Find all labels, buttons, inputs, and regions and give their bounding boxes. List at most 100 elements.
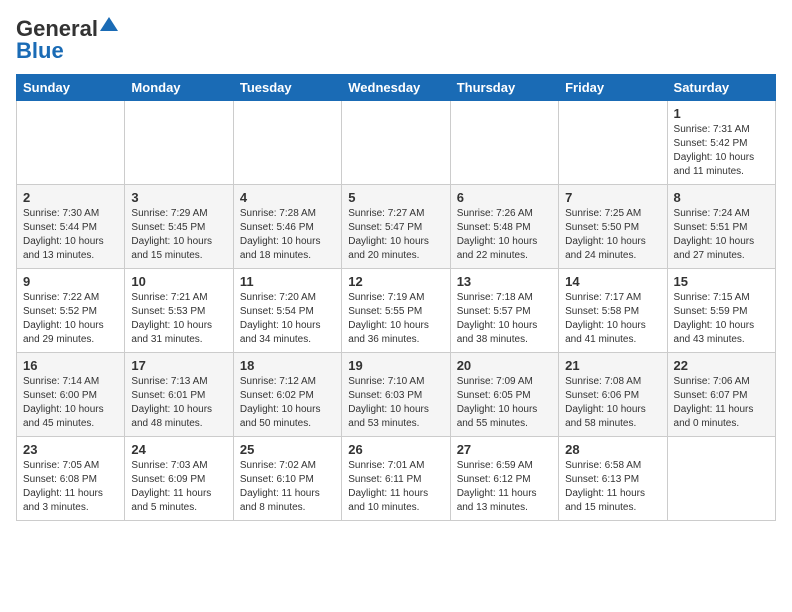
calendar-day-cell: 23 Sunrise: 7:05 AM Sunset: 6:08 PM Dayli… [17,437,125,521]
day-info: Sunrise: 7:19 AM Sunset: 5:55 PM Dayligh… [348,291,443,347]
logo-icon [100,17,118,31]
day-number: 15 [674,274,769,289]
calendar-day-cell: 15 Sunrise: 7:15 AM Sunset: 5:59 PM Dayli… [667,269,775,353]
day-number: 28 [565,442,660,457]
calendar-day-cell: 9 Sunrise: 7:22 AM Sunset: 5:52 PM Daylig… [17,269,125,353]
calendar-day-cell: 25 Sunrise: 7:02 AM Sunset: 6:10 PM Dayli… [233,437,341,521]
day-info: Sunrise: 7:29 AM Sunset: 5:45 PM Dayligh… [131,207,226,263]
calendar-day-cell: 8 Sunrise: 7:24 AM Sunset: 5:51 PM Daylig… [667,185,775,269]
calendar-day-cell: 4 Sunrise: 7:28 AM Sunset: 5:46 PM Daylig… [233,185,341,269]
calendar-day-cell: 17 Sunrise: 7:13 AM Sunset: 6:01 PM Dayli… [125,353,233,437]
day-info: Sunrise: 7:12 AM Sunset: 6:02 PM Dayligh… [240,375,335,431]
day-of-week-header: Tuesday [233,75,341,101]
day-number: 5 [348,190,443,205]
day-info: Sunrise: 7:03 AM Sunset: 6:09 PM Dayligh… [131,459,226,515]
day-number: 24 [131,442,226,457]
day-info: Sunrise: 7:18 AM Sunset: 5:57 PM Dayligh… [457,291,552,347]
calendar-day-cell: 10 Sunrise: 7:21 AM Sunset: 5:53 PM Dayli… [125,269,233,353]
day-number: 23 [23,442,118,457]
day-number: 17 [131,358,226,373]
logo: General Blue [16,16,118,64]
calendar-day-cell: 11 Sunrise: 7:20 AM Sunset: 5:54 PM Dayli… [233,269,341,353]
day-number: 6 [457,190,552,205]
calendar-day-cell: 5 Sunrise: 7:27 AM Sunset: 5:47 PM Daylig… [342,185,450,269]
day-number: 4 [240,190,335,205]
calendar-day-cell [667,437,775,521]
day-info: Sunrise: 7:22 AM Sunset: 5:52 PM Dayligh… [23,291,118,347]
day-number: 12 [348,274,443,289]
calendar-day-cell [125,101,233,185]
day-number: 16 [23,358,118,373]
calendar-day-cell [559,101,667,185]
calendar-day-cell [342,101,450,185]
day-info: Sunrise: 7:26 AM Sunset: 5:48 PM Dayligh… [457,207,552,263]
day-of-week-header: Friday [559,75,667,101]
day-info: Sunrise: 7:02 AM Sunset: 6:10 PM Dayligh… [240,459,335,515]
calendar-day-cell: 12 Sunrise: 7:19 AM Sunset: 5:55 PM Dayli… [342,269,450,353]
day-number: 8 [674,190,769,205]
day-info: Sunrise: 7:15 AM Sunset: 5:59 PM Dayligh… [674,291,769,347]
day-number: 9 [23,274,118,289]
day-of-week-header: Thursday [450,75,558,101]
calendar-day-cell: 3 Sunrise: 7:29 AM Sunset: 5:45 PM Daylig… [125,185,233,269]
calendar-day-cell: 19 Sunrise: 7:10 AM Sunset: 6:03 PM Dayli… [342,353,450,437]
calendar-week-row: 1 Sunrise: 7:31 AM Sunset: 5:42 PM Daylig… [17,101,776,185]
calendar-day-cell [233,101,341,185]
day-info: Sunrise: 7:27 AM Sunset: 5:47 PM Dayligh… [348,207,443,263]
day-info: Sunrise: 7:01 AM Sunset: 6:11 PM Dayligh… [348,459,443,515]
calendar-day-cell [450,101,558,185]
calendar-week-row: 2Sunrise: 7:30 AM Sunset: 5:44 PM Daylig… [17,185,776,269]
page-header: General Blue [16,16,776,64]
day-number: 19 [348,358,443,373]
calendar-header-row: SundayMondayTuesdayWednesdayThursdayFrid… [17,75,776,101]
day-of-week-header: Saturday [667,75,775,101]
calendar-day-cell: 2Sunrise: 7:30 AM Sunset: 5:44 PM Daylig… [17,185,125,269]
calendar-day-cell: 26 Sunrise: 7:01 AM Sunset: 6:11 PM Dayli… [342,437,450,521]
day-of-week-header: Monday [125,75,233,101]
day-number: 3 [131,190,226,205]
day-of-week-header: Wednesday [342,75,450,101]
day-number: 18 [240,358,335,373]
calendar-day-cell: 13 Sunrise: 7:18 AM Sunset: 5:57 PM Dayli… [450,269,558,353]
day-number: 22 [674,358,769,373]
day-info: Sunrise: 7:08 AM Sunset: 6:06 PM Dayligh… [565,375,660,431]
calendar-table: SundayMondayTuesdayWednesdayThursdayFrid… [16,74,776,521]
day-info: Sunrise: 7:05 AM Sunset: 6:08 PM Dayligh… [23,459,118,515]
day-number: 7 [565,190,660,205]
day-number: 26 [348,442,443,457]
calendar-day-cell: 6 Sunrise: 7:26 AM Sunset: 5:48 PM Daylig… [450,185,558,269]
day-info: Sunrise: 7:28 AM Sunset: 5:46 PM Dayligh… [240,207,335,263]
day-number: 13 [457,274,552,289]
calendar-week-row: 9 Sunrise: 7:22 AM Sunset: 5:52 PM Daylig… [17,269,776,353]
calendar-day-cell: 14Sunrise: 7:17 AM Sunset: 5:58 PM Dayli… [559,269,667,353]
day-info: Sunrise: 6:59 AM Sunset: 6:12 PM Dayligh… [457,459,552,515]
calendar-week-row: 23 Sunrise: 7:05 AM Sunset: 6:08 PM Dayli… [17,437,776,521]
day-number: 20 [457,358,552,373]
day-number: 25 [240,442,335,457]
calendar-day-cell: 16 Sunrise: 7:14 AM Sunset: 6:00 PM Dayli… [17,353,125,437]
day-info: Sunrise: 7:10 AM Sunset: 6:03 PM Dayligh… [348,375,443,431]
calendar-day-cell: 21 Sunrise: 7:08 AM Sunset: 6:06 PM Dayli… [559,353,667,437]
day-info: Sunrise: 7:09 AM Sunset: 6:05 PM Dayligh… [457,375,552,431]
day-info: Sunrise: 7:24 AM Sunset: 5:51 PM Dayligh… [674,207,769,263]
day-info: Sunrise: 7:31 AM Sunset: 5:42 PM Dayligh… [674,123,769,179]
calendar-day-cell: 20 Sunrise: 7:09 AM Sunset: 6:05 PM Dayli… [450,353,558,437]
day-of-week-header: Sunday [17,75,125,101]
day-number: 11 [240,274,335,289]
day-info: Sunrise: 7:06 AM Sunset: 6:07 PM Dayligh… [674,375,769,431]
calendar-day-cell: 1 Sunrise: 7:31 AM Sunset: 5:42 PM Daylig… [667,101,775,185]
calendar-day-cell: 7 Sunrise: 7:25 AM Sunset: 5:50 PM Daylig… [559,185,667,269]
day-number: 27 [457,442,552,457]
day-number: 2 [23,190,118,205]
calendar-week-row: 16 Sunrise: 7:14 AM Sunset: 6:00 PM Dayli… [17,353,776,437]
day-info: Sunrise: 7:25 AM Sunset: 5:50 PM Dayligh… [565,207,660,263]
day-info: Sunrise: 7:13 AM Sunset: 6:01 PM Dayligh… [131,375,226,431]
day-number: 21 [565,358,660,373]
day-info: Sunrise: 7:21 AM Sunset: 5:53 PM Dayligh… [131,291,226,347]
day-number: 10 [131,274,226,289]
calendar-day-cell: 22 Sunrise: 7:06 AM Sunset: 6:07 PM Dayli… [667,353,775,437]
day-info: Sunrise: 7:20 AM Sunset: 5:54 PM Dayligh… [240,291,335,347]
day-info: Sunrise: 7:14 AM Sunset: 6:00 PM Dayligh… [23,375,118,431]
day-info: Sunrise: 6:58 AM Sunset: 6:13 PM Dayligh… [565,459,660,515]
day-number: 1 [674,106,769,121]
